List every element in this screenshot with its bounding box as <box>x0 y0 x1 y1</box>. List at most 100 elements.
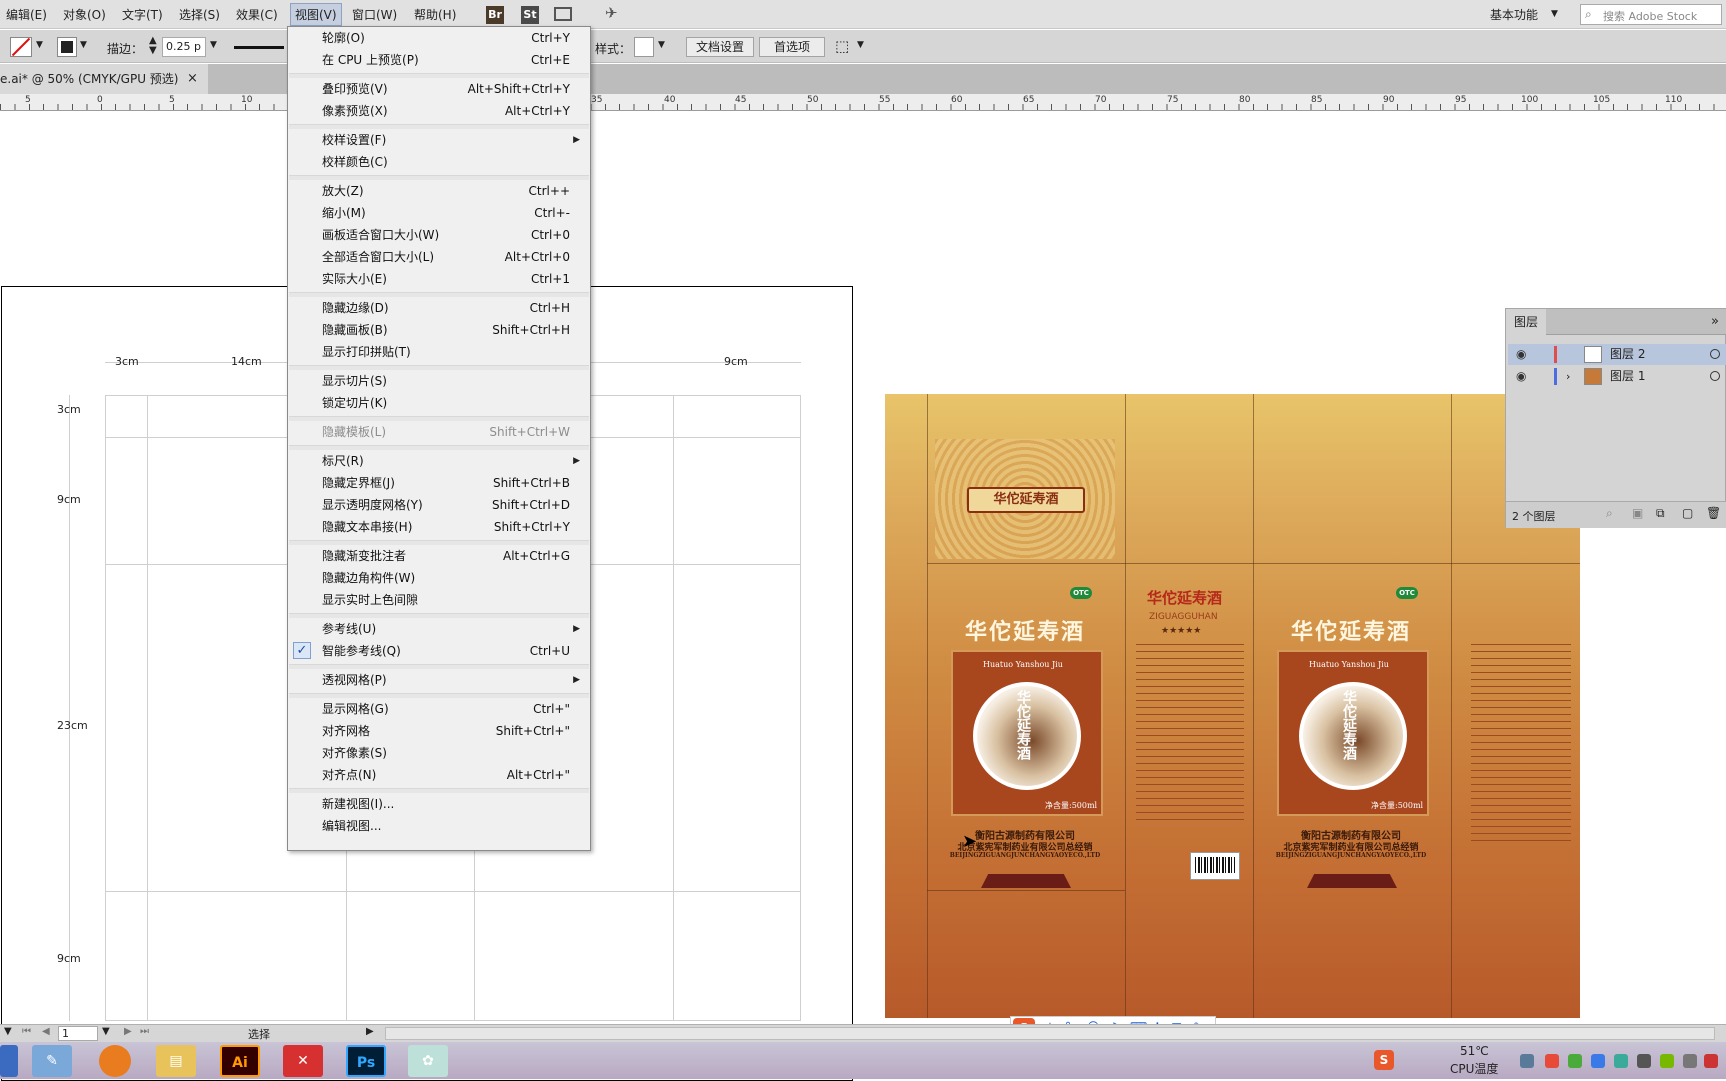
close-icon[interactable]: × <box>187 64 198 94</box>
expand-arrow-icon[interactable]: › <box>1566 366 1570 387</box>
network-icon[interactable] <box>1520 1054 1534 1068</box>
workspace-switcher[interactable]: 基本功能 <box>1490 6 1538 23</box>
menu-item-snap-to-pixel[interactable]: 对齐像素(S) <box>288 743 590 763</box>
menu-view[interactable]: 视图(V) <box>290 3 342 26</box>
layers-tab[interactable]: 图层 <box>1506 309 1546 335</box>
arrange-docs-icon[interactable] <box>554 7 572 21</box>
graphic-style-swatch[interactable] <box>634 37 654 57</box>
menu-item-new-view[interactable]: 新建视图(I)... <box>288 794 590 814</box>
menu-item-zoom-in[interactable]: 放大(Z) Ctrl++ <box>288 181 590 201</box>
layer-name[interactable]: 图层 2 <box>1610 344 1645 365</box>
file-explorer-icon[interactable]: ▤ <box>156 1045 196 1077</box>
chevron-down-icon[interactable]: ▼ <box>80 40 87 50</box>
chevron-down-icon[interactable]: ▼ <box>857 40 864 50</box>
new-sublayer-icon[interactable]: ⧉ <box>1656 506 1665 521</box>
chevron-down-icon[interactable]: ▼ <box>36 40 43 50</box>
menu-item-transparency-grid[interactable]: 显示透明度网格(Y) Shift+Ctrl+D <box>288 495 590 515</box>
menu-item-live-paint-gaps[interactable]: 显示实时上色间隙 <box>288 590 590 610</box>
menu-item-hide-edges[interactable]: 隐藏边缘(D) Ctrl+H <box>288 298 590 318</box>
gpu-performance-icon[interactable]: ✈ <box>605 4 618 22</box>
shield-icon[interactable] <box>1591 1054 1605 1068</box>
chevron-down-icon[interactable]: ▼ <box>102 1026 110 1037</box>
menu-edit[interactable]: 编辑(E) <box>6 6 47 23</box>
photoshop-taskbar-icon[interactable]: Ps <box>346 1045 386 1077</box>
visibility-eye-icon[interactable]: ◉ <box>1516 344 1526 365</box>
menu-item-rulers[interactable]: 标尺(R) ▶ <box>288 451 590 471</box>
chevron-down-icon[interactable]: ▼ <box>4 1026 12 1037</box>
menu-item-gpu-preview[interactable]: 在 CPU 上预览(P) Ctrl+E <box>288 50 590 70</box>
new-layer-icon[interactable]: ▢ <box>1682 506 1693 520</box>
trash-icon[interactable]: 🗑 <box>1706 506 1721 520</box>
notepad-icon[interactable]: ✎ <box>32 1045 72 1077</box>
menu-item-hide-text-threads[interactable]: 隐藏文本串接(H) Shift+Ctrl+Y <box>288 517 590 537</box>
menu-help[interactable]: 帮助(H) <box>414 6 456 23</box>
tray-app-icon[interactable] <box>1614 1054 1628 1068</box>
menu-effect[interactable]: 效果(C) <box>236 6 278 23</box>
menu-select[interactable]: 选择(S) <box>179 6 220 23</box>
chevron-down-icon[interactable]: ▼ <box>210 40 217 50</box>
locate-object-icon[interactable]: ⌕ <box>1606 506 1613 521</box>
illustrator-taskbar-icon[interactable]: Ai <box>220 1045 260 1077</box>
menu-item-hide-artboards[interactable]: 隐藏画板(B) Shift+Ctrl+H <box>288 320 590 340</box>
menu-item-print-tiling[interactable]: 显示打印拼贴(T) <box>288 342 590 362</box>
layer-row[interactable]: ◉ 图层 2 <box>1508 344 1726 365</box>
visibility-eye-icon[interactable]: ◉ <box>1516 366 1526 387</box>
volume-icon[interactable] <box>1683 1054 1697 1068</box>
menu-item-smart-guides[interactable]: ✓ 智能参考线(Q) Ctrl+U <box>288 641 590 661</box>
collapse-panel-icon[interactable]: » <box>1711 314 1719 329</box>
menu-object[interactable]: 对象(O) <box>63 6 106 23</box>
search-stock-field[interactable]: ⌕ 搜索 Adobe Stock <box>1580 4 1722 25</box>
menu-item-proof-setup[interactable]: 校样设置(F) ▶ <box>288 130 590 150</box>
canvas[interactable]: 3cm 14cm 9cm 3cm 9cm 23cm 9cm 华佗延寿酒 OTC … <box>0 112 1726 1081</box>
horizontal-ruler[interactable]: 5 0 5 10 15 20 25 30 35 40 45 50 55 60 6… <box>0 94 1726 111</box>
target-icon[interactable] <box>1710 371 1720 381</box>
menu-item-perspective-grid[interactable]: 透视网格(P) ▶ <box>288 670 590 690</box>
stroke-weight-input[interactable]: 0.25 p <box>162 37 206 57</box>
stroke-stepper[interactable]: ▲ ▼ <box>149 36 157 56</box>
xmind-icon[interactable]: ✕ <box>283 1045 323 1077</box>
stroke-swatch[interactable] <box>57 37 77 57</box>
tray-flag-icon[interactable] <box>1704 1054 1718 1068</box>
chevron-down-icon[interactable]: ▼ <box>658 40 665 50</box>
menu-item-fit-all[interactable]: 全部适合窗口大小(L) Alt+Ctrl+0 <box>288 247 590 267</box>
document-tab[interactable]: e.ai* @ 50% (CMYK/GPU 预选) × <box>0 64 208 94</box>
firefox-icon[interactable] <box>99 1045 131 1077</box>
clipping-mask-icon[interactable]: ▣ <box>1632 506 1643 520</box>
transform-icon[interactable]: ⬚ <box>835 37 849 55</box>
stock-icon[interactable]: St <box>521 6 539 24</box>
menu-item-lock-slices[interactable]: 锁定切片(K) <box>288 393 590 413</box>
app-icon[interactable]: ✿ <box>408 1045 448 1077</box>
packaging-artwork[interactable]: 华佗延寿酒 OTC 华佗延寿酒 Huatuo Yanshou Jiu 华佗延寿酒… <box>885 394 1580 1018</box>
sogou-tray-icon[interactable]: S <box>1374 1050 1394 1070</box>
menu-item-guides[interactable]: 参考线(U) ▶ <box>288 619 590 639</box>
stroke-profile-preview[interactable] <box>234 46 284 49</box>
menu-item-show-slices[interactable]: 显示切片(S) <box>288 371 590 391</box>
last-artboard-icon[interactable]: ⏭ <box>140 1026 149 1037</box>
fill-none-swatch[interactable] <box>10 37 32 57</box>
nvidia-icon[interactable] <box>1660 1054 1674 1068</box>
tray-app-icon[interactable] <box>1545 1054 1559 1068</box>
preferences-button[interactable]: 首选项 <box>759 37 825 57</box>
first-artboard-icon[interactable]: ⏮ <box>22 1026 31 1037</box>
menu-item-fit-artboard[interactable]: 画板适合窗口大小(W) Ctrl+0 <box>288 225 590 245</box>
target-icon[interactable] <box>1710 349 1720 359</box>
start-button-icon[interactable] <box>0 1045 18 1077</box>
next-artboard-icon[interactable]: ▶ <box>124 1026 132 1037</box>
menu-window[interactable]: 窗口(W) <box>352 6 397 23</box>
menu-item-hide-gradient-annotator[interactable]: 隐藏渐变批注者 Alt+Ctrl+G <box>288 546 590 566</box>
menu-item-overprint-preview[interactable]: 叠印预览(V) Alt+Shift+Ctrl+Y <box>288 79 590 99</box>
menu-item-show-grid[interactable]: 显示网格(G) Ctrl+" <box>288 699 590 719</box>
menu-item-hide-bounding-box[interactable]: 隐藏定界框(J) Shift+Ctrl+B <box>288 473 590 493</box>
layer-row[interactable]: ◉ › 图层 1 <box>1508 366 1726 387</box>
menu-item-edit-views[interactable]: 编辑视图... <box>288 816 590 836</box>
bridge-icon[interactable]: Br <box>486 6 504 24</box>
tray-app-icon[interactable] <box>1637 1054 1651 1068</box>
previous-artboard-icon[interactable]: ◀ <box>42 1026 50 1037</box>
menu-item-actual-size[interactable]: 实际大小(E) Ctrl+1 <box>288 269 590 289</box>
status-menu-arrow-icon[interactable]: ▶ <box>366 1026 374 1037</box>
layer-name[interactable]: 图层 1 <box>1610 366 1645 387</box>
menu-item-proof-colors[interactable]: 校样颜色(C) <box>288 152 590 172</box>
document-setup-button[interactable]: 文档设置 <box>686 37 754 57</box>
artboard-number-input[interactable]: 1 <box>58 1026 98 1041</box>
tray-app-icon[interactable] <box>1568 1054 1582 1068</box>
